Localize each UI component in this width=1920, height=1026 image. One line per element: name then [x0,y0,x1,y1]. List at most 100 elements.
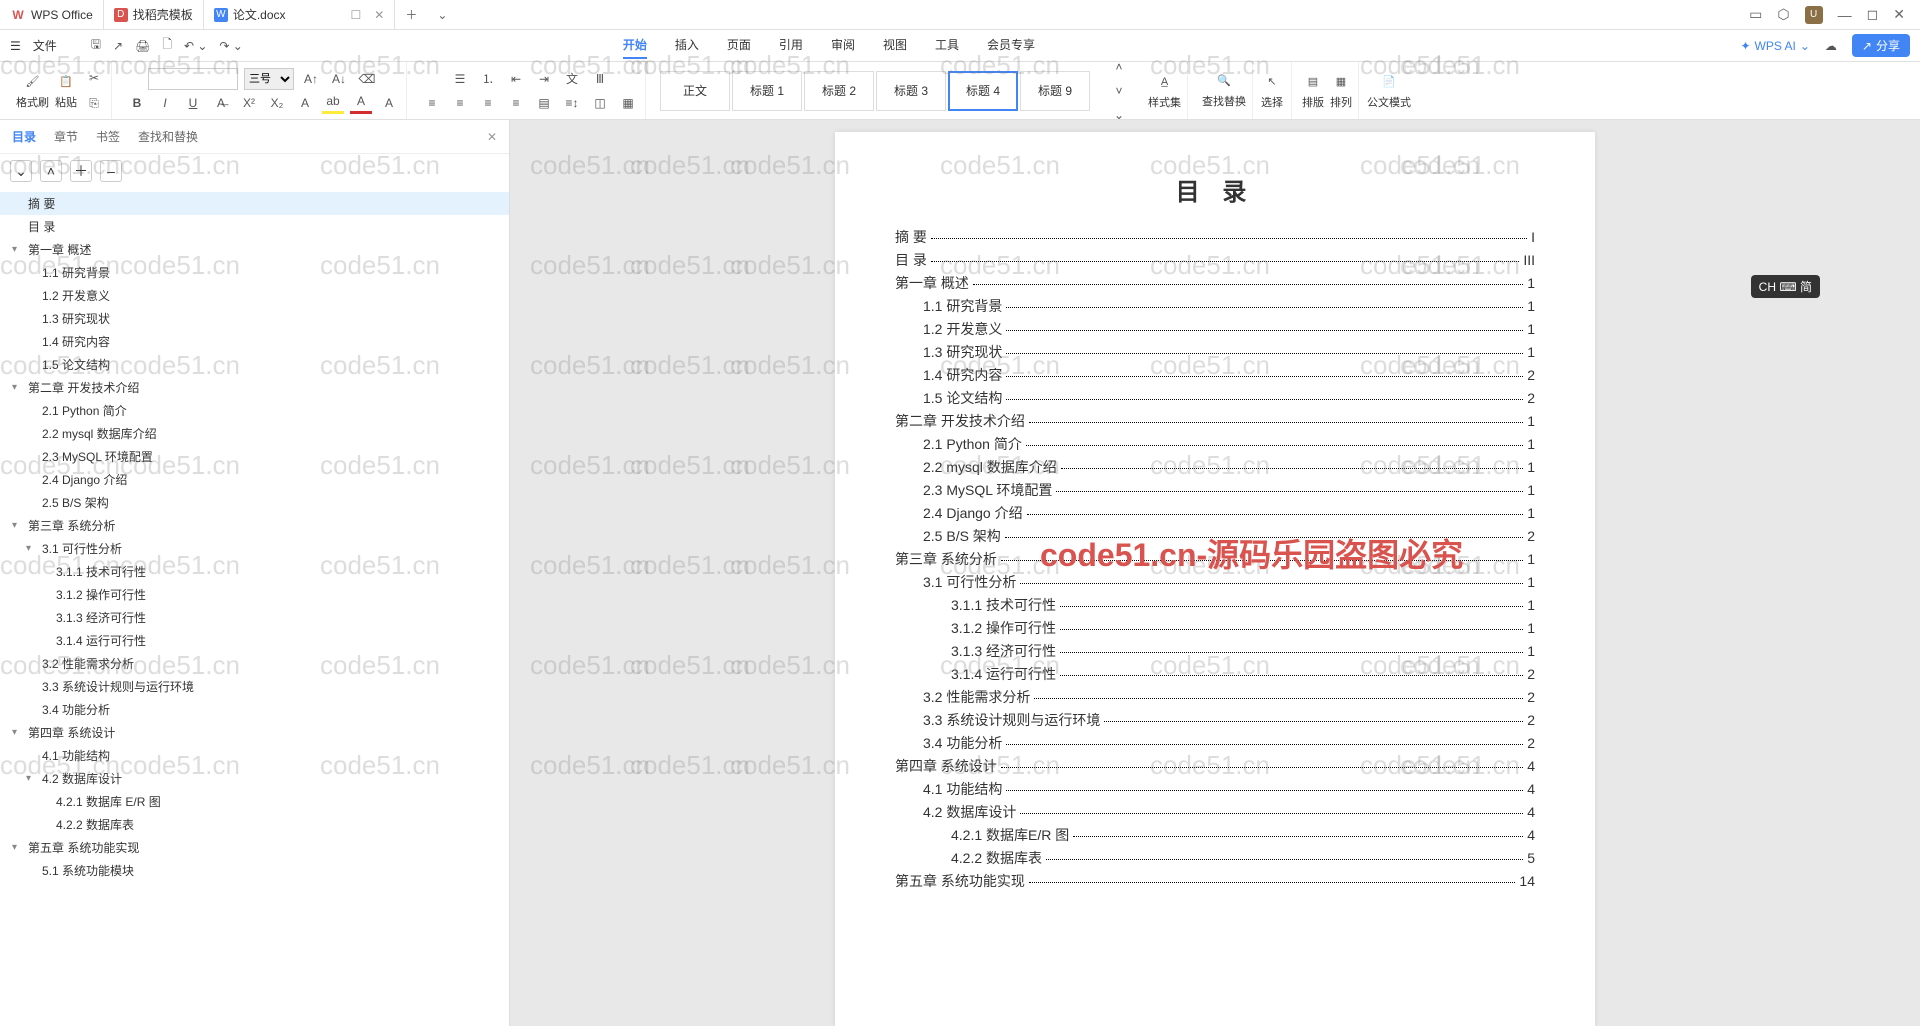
italic-icon[interactable]: I [154,92,176,114]
export-icon[interactable]: ↗ [113,39,123,53]
toc-entry[interactable]: 2.2 mysql 数据库介绍1 [895,457,1535,477]
outline-item[interactable]: 3.3 系统设计规则与运行环境 [0,675,509,698]
bullet-list-icon[interactable]: ☰ [449,68,471,90]
outline-item[interactable]: 2.3 MySQL 环境配置 [0,445,509,468]
outline-item[interactable]: 3.4 功能分析 [0,698,509,721]
outline-toggle-icon[interactable]: ▾ [12,842,24,853]
outline-move-up-button[interactable]: ˄ [40,160,62,182]
toc-entry[interactable]: 3.1.2 操作可行性1 [895,618,1535,638]
outline-item[interactable]: 2.5 B/S 架构 [0,491,509,514]
style-item-1[interactable]: 标题 1 [732,71,802,111]
outline-item[interactable]: 1.5 论文结构 [0,353,509,376]
toc-entry[interactable]: 第一章 概述1 [895,273,1535,293]
find-replace-button[interactable]: 🔍查找替换 [1202,71,1246,109]
menu-item-6[interactable]: 工具 [935,32,959,59]
copy-icon[interactable]: ⎘ [83,93,105,115]
toc-entry[interactable]: 第三章 系统分析1 [895,549,1535,569]
outline-toggle-icon[interactable]: ▾ [26,543,38,554]
close-icon[interactable]: ✕ [374,8,384,22]
sidebar-close-icon[interactable]: ✕ [487,130,497,144]
save-icon[interactable]: 🖫 [91,35,101,56]
tab-list-dropdown[interactable]: ⌄ [427,8,457,22]
toc-entry[interactable]: 3.4 功能分析2 [895,733,1535,753]
toc-entry[interactable]: 2.4 Django 介绍1 [895,503,1535,523]
style-item-5[interactable]: 标题 9 [1020,71,1090,111]
toc-entry[interactable]: 摘 要I [895,227,1535,247]
outline-item[interactable]: 1.4 研究内容 [0,330,509,353]
outline-item[interactable]: ▾第二章 开发技术介绍 [0,376,509,399]
menu-item-4[interactable]: 审阅 [831,32,855,59]
style-item-3[interactable]: 标题 3 [876,71,946,111]
toc-entry[interactable]: 3.1.1 技术可行性1 [895,595,1535,615]
outline-item[interactable]: 3.1.2 操作可行性 [0,583,509,606]
share-button[interactable]: ↗ 分享 [1852,34,1910,57]
style-item-4[interactable]: 标题 4 [948,71,1018,111]
outline-item[interactable]: ▾第一章 概述 [0,238,509,261]
official-mode-button[interactable]: 📄公文模式 [1367,72,1411,110]
sidebar-tab-2[interactable]: 书签 [96,128,120,145]
app-layout-icon[interactable]: ▭ [1749,6,1762,23]
outline-item[interactable]: ▾第五章 系统功能实现 [0,836,509,859]
toc-entry[interactable]: 3.2 性能需求分析2 [895,687,1535,707]
outline-item[interactable]: 5.1 系统功能模块 [0,859,509,882]
toc-entry[interactable]: 第四章 系统设计4 [895,756,1535,776]
outline-item[interactable]: ▾第四章 系统设计 [0,721,509,744]
outline-item[interactable]: 3.2 性能需求分析 [0,652,509,675]
number-list-icon[interactable]: ⒈ [477,68,499,90]
underline-icon[interactable]: U [182,92,204,114]
subscript-icon[interactable]: X₂ [266,92,288,114]
toc-entry[interactable]: 1.5 论文结构2 [895,388,1535,408]
align-left-icon[interactable]: ≡ [421,92,443,114]
new-tab-button[interactable]: ＋ [395,6,427,23]
outline-item[interactable]: 3.1.4 运行可行性 [0,629,509,652]
highlight-color-icon[interactable]: ab [322,92,344,114]
format-painter-button[interactable]: 🖌 格式刷 [16,72,49,110]
style-set-button[interactable]: A̲样式集 [1148,72,1181,110]
outline-item[interactable]: ▾4.2 数据库设计 [0,767,509,790]
sidebar-tab-1[interactable]: 章节 [54,128,78,145]
print-icon[interactable]: 🖨 [135,39,150,53]
outline-remove-button[interactable]: – [100,160,122,182]
justify-icon[interactable]: ≡ [505,92,527,114]
outline-expand-dropdown[interactable]: ⌄ [10,160,32,182]
user-avatar-icon[interactable]: U [1805,6,1823,24]
clear-format-icon[interactable]: ⌫ [356,68,378,90]
maximize-icon[interactable]: ◻ [1867,6,1879,23]
decrease-font-icon[interactable]: A↓ [328,68,350,90]
sidebar-tab-0[interactable]: 目录 [12,128,36,145]
outline-toggle-icon[interactable]: ▾ [26,773,38,784]
decrease-indent-icon[interactable]: ⇤ [505,68,527,90]
shading-icon[interactable]: ◫ [589,92,611,114]
outline-item[interactable]: 3.1.3 经济可行性 [0,606,509,629]
redo-icon[interactable]: ↷ ⌄ [219,39,242,53]
paste-button[interactable]: 📋 粘贴 [55,72,77,110]
bold-icon[interactable]: B [126,92,148,114]
sort-icon[interactable]: Ⅲ [589,68,611,90]
tab-templates[interactable]: D 找稻壳模板 [104,0,204,29]
outline-toggle-icon[interactable]: ▾ [12,520,24,531]
outline-item[interactable]: 摘 要 [0,192,509,215]
outline-item[interactable]: 1.2 开发意义 [0,284,509,307]
align-center-icon[interactable]: ≡ [449,92,471,114]
toc-entry[interactable]: 2.5 B/S 架构2 [895,526,1535,546]
toc-entry[interactable]: 4.2.1 数据库E/R 图4 [895,825,1535,845]
outline-item[interactable]: 4.2.2 数据库表 [0,813,509,836]
cloud-sync-icon[interactable]: ☁ [1825,39,1837,53]
toc-entry[interactable]: 2.1 Python 简介1 [895,434,1535,454]
outline-item[interactable]: 4.1 功能结构 [0,744,509,767]
borders-icon[interactable]: ▦ [617,92,639,114]
outline-item[interactable]: 4.2.1 数据库 E/R 图 [0,790,509,813]
tab-wps-home[interactable]: W WPS Office [0,0,104,29]
sidebar-tab-3[interactable]: 查找和替换 [138,128,198,145]
toc-entry[interactable]: 4.1 功能结构4 [895,779,1535,799]
outline-item[interactable]: 1.1 研究背景 [0,261,509,284]
increase-font-icon[interactable]: A↑ [300,68,322,90]
hamburger-icon[interactable]: ☰ [10,39,21,53]
menu-item-0[interactable]: 开始 [623,32,647,59]
toc-entry[interactable]: 2.3 MySQL 环境配置1 [895,480,1535,500]
style-item-2[interactable]: 标题 2 [804,71,874,111]
document-viewport[interactable]: 目 录 摘 要I目 录III第一章 概述11.1 研究背景11.2 开发意义11… [510,120,1920,1026]
outline-item[interactable]: 目 录 [0,215,509,238]
layout-button[interactable]: ▤排版 [1302,72,1324,110]
outline-item[interactable]: 2.4 Django 介绍 [0,468,509,491]
